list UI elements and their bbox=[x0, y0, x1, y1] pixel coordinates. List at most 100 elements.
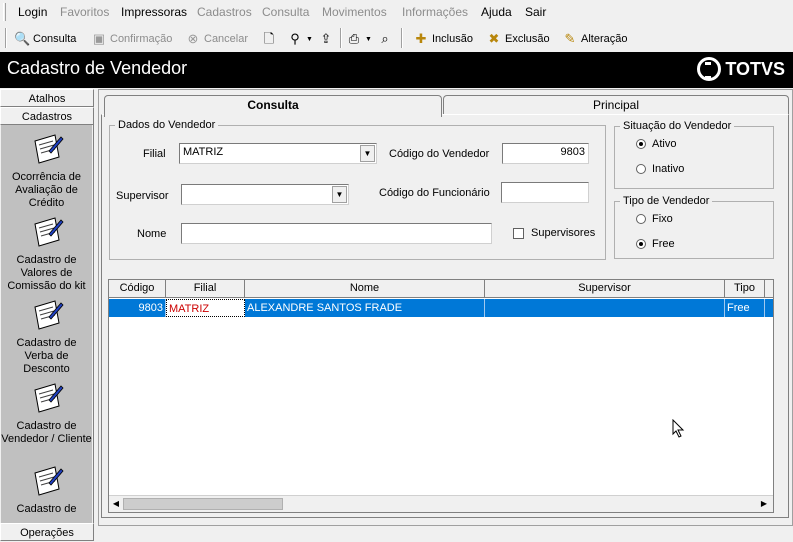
document-edit-icon bbox=[33, 300, 64, 330]
supervisor-label: Supervisor bbox=[116, 190, 169, 202]
menu-login[interactable]: Login bbox=[18, 5, 47, 19]
supervisor-dropdown-button[interactable]: ▼ bbox=[332, 186, 347, 203]
document-edit-icon bbox=[33, 383, 64, 413]
column-header-tipo[interactable]: Tipo bbox=[725, 280, 765, 298]
cell-filial: MATRIZ bbox=[166, 299, 245, 317]
totvs-logo-icon bbox=[697, 57, 722, 81]
table-row[interactable]: 9803 MATRIZ ALEXANDRE SANTOS FRADE Free bbox=[109, 299, 773, 317]
scroll-right-icon[interactable]: ▶ bbox=[758, 498, 770, 510]
scroll-left-icon[interactable]: ◀ bbox=[110, 498, 122, 510]
supervisor-select[interactable]: ▼ bbox=[181, 184, 349, 205]
fixo-radio[interactable] bbox=[636, 214, 646, 224]
new-document-button[interactable]: 🗋 bbox=[261, 29, 280, 49]
supervisores-checkbox[interactable] bbox=[513, 228, 524, 239]
window-title: Cadastro de Vendedor bbox=[7, 58, 188, 78]
binoculars-search-icon: 🔍 bbox=[14, 31, 31, 46]
print-dropdown-icon: ▼ bbox=[365, 35, 372, 43]
find-button[interactable]: ⚲ ▼ bbox=[287, 29, 313, 49]
menu-bar: Login Favoritos Impressoras Cadastros Co… bbox=[0, 0, 793, 24]
fixo-label: Fixo bbox=[652, 213, 673, 225]
sidebar-atalhos[interactable]: Atalhos bbox=[0, 89, 94, 107]
print-preview-button[interactable]: ⌕ bbox=[377, 29, 396, 49]
inclusao-label: Inclusão bbox=[432, 33, 473, 45]
sidebar-item-cadastro-de[interactable]: Cadastro de bbox=[1, 463, 92, 516]
filial-value: MATRIZ bbox=[183, 146, 224, 158]
exclusao-button[interactable]: ✖ Exclusão bbox=[486, 29, 550, 49]
column-header-codigo[interactable]: Código bbox=[109, 280, 166, 298]
totvs-logo-text: TOTVS bbox=[725, 58, 785, 79]
tab-consulta[interactable]: Consulta bbox=[104, 95, 442, 117]
menu-impressoras[interactable]: Impressoras bbox=[121, 5, 187, 19]
mouse-cursor-icon bbox=[672, 419, 685, 438]
alteracao-label: Alteração bbox=[581, 33, 628, 45]
ativo-label: Ativo bbox=[652, 138, 677, 150]
cell-tipo: Free bbox=[725, 299, 765, 317]
edit-record-icon: ✎ bbox=[564, 31, 576, 46]
toolbar-grip bbox=[5, 28, 7, 48]
nome-input[interactable] bbox=[181, 223, 492, 244]
menu-cadastros[interactable]: Cadastros bbox=[197, 5, 252, 19]
delete-record-icon: ✖ bbox=[488, 31, 500, 46]
vendedor-grid[interactable]: Código Filial Nome Supervisor Tipo 9803 … bbox=[108, 279, 774, 513]
print-preview-icon: ⌕ bbox=[381, 31, 389, 46]
filial-dropdown-button[interactable]: ▼ bbox=[360, 145, 375, 162]
grid-horizontal-scrollbar[interactable]: ◀ ▶ bbox=[109, 495, 773, 512]
ativo-radio[interactable] bbox=[636, 139, 646, 149]
confirmacao-button[interactable]: ▣ Confirmação bbox=[91, 29, 173, 49]
export-icon: ⇪ bbox=[320, 31, 332, 46]
sidebar-operacoes[interactable]: Operações bbox=[0, 523, 94, 541]
sidebar-cadastros[interactable]: Cadastros bbox=[0, 107, 94, 125]
codigo-vendedor-input[interactable]: 9803 bbox=[502, 143, 589, 164]
find-dropdown-icon: ▼ bbox=[306, 35, 313, 43]
document-edit-icon bbox=[33, 217, 64, 247]
inativo-label: Inativo bbox=[652, 163, 685, 175]
cancelar-button[interactable]: ⊗ Cancelar bbox=[185, 29, 248, 49]
sidebar-item-comissao-kit[interactable]: Cadastro de Valores de Comissão do kit bbox=[1, 214, 92, 293]
consulta-label: Consulta bbox=[33, 33, 77, 45]
menu-movimentos[interactable]: Movimentos bbox=[322, 5, 387, 19]
cell-nome: ALEXANDRE SANTOS FRADE bbox=[245, 299, 485, 317]
menu-informacoes[interactable]: Informações bbox=[402, 5, 468, 19]
menu-consulta[interactable]: Consulta bbox=[262, 5, 309, 19]
filial-select[interactable]: MATRIZ ▼ bbox=[179, 143, 377, 164]
menu-grip bbox=[3, 3, 6, 21]
sidebar-item-verba-desconto[interactable]: Cadastro de Verba de Desconto bbox=[1, 297, 92, 376]
tab-principal[interactable]: Principal bbox=[443, 95, 789, 115]
sidebar-item-label: Cadastro de Vendedor / Cliente bbox=[1, 420, 92, 445]
consulta-button[interactable]: 🔍 Consulta bbox=[14, 29, 76, 49]
codigo-funcionario-input[interactable] bbox=[501, 182, 589, 203]
save-disk-icon: ▣ bbox=[92, 31, 106, 46]
sidebar: Atalhos Cadastros Ocorrência de Avaliaçã… bbox=[0, 89, 94, 541]
codigo-vendedor-label: Código do Vendedor bbox=[389, 148, 490, 160]
totvs-logo: TOTVS bbox=[697, 57, 785, 81]
sidebar-item-label: Cadastro de bbox=[16, 503, 77, 515]
printer-icon: ⎙ bbox=[348, 31, 360, 46]
codigo-funcionario-label: Código do Funcionário bbox=[379, 187, 490, 199]
menu-ajuda[interactable]: Ajuda bbox=[481, 5, 512, 19]
sidebar-item-vendedor-cliente[interactable]: Cadastro de Vendedor / Cliente bbox=[1, 380, 92, 446]
export-button[interactable]: ⇪ bbox=[318, 29, 337, 49]
column-header-filial[interactable]: Filial bbox=[166, 280, 245, 298]
add-record-icon: ✚ bbox=[415, 31, 427, 46]
menu-favoritos[interactable]: Favoritos bbox=[60, 5, 109, 19]
inclusao-button[interactable]: ✚ Inclusão bbox=[413, 29, 473, 49]
cell-codigo: 9803 bbox=[109, 299, 166, 317]
menu-sair[interactable]: Sair bbox=[525, 5, 546, 19]
situacao-legend: Situação do Vendedor bbox=[620, 120, 735, 132]
document-edit-icon bbox=[33, 466, 64, 496]
column-header-supervisor[interactable]: Supervisor bbox=[485, 280, 725, 298]
scroll-thumb[interactable] bbox=[123, 498, 283, 510]
column-header-nome[interactable]: Nome bbox=[245, 280, 485, 298]
column-header-extra bbox=[765, 280, 773, 298]
free-radio[interactable] bbox=[636, 239, 646, 249]
sidebar-item-ocorrencia[interactable]: Ocorrência de Avaliação de Crédito bbox=[1, 131, 92, 210]
print-button[interactable]: ⎙ ▼ bbox=[346, 29, 372, 49]
sidebar-item-label: Ocorrência de Avaliação de Crédito bbox=[11, 171, 82, 209]
inativo-radio[interactable] bbox=[636, 164, 646, 174]
document-edit-icon bbox=[33, 134, 64, 164]
cancelar-label: Cancelar bbox=[204, 33, 249, 45]
sidebar-item-label: Cadastro de Verba de Desconto bbox=[16, 337, 77, 375]
toolbar-separator bbox=[340, 28, 342, 48]
toolbar-separator bbox=[401, 28, 403, 48]
alteracao-button[interactable]: ✎ Alteração bbox=[562, 29, 628, 49]
